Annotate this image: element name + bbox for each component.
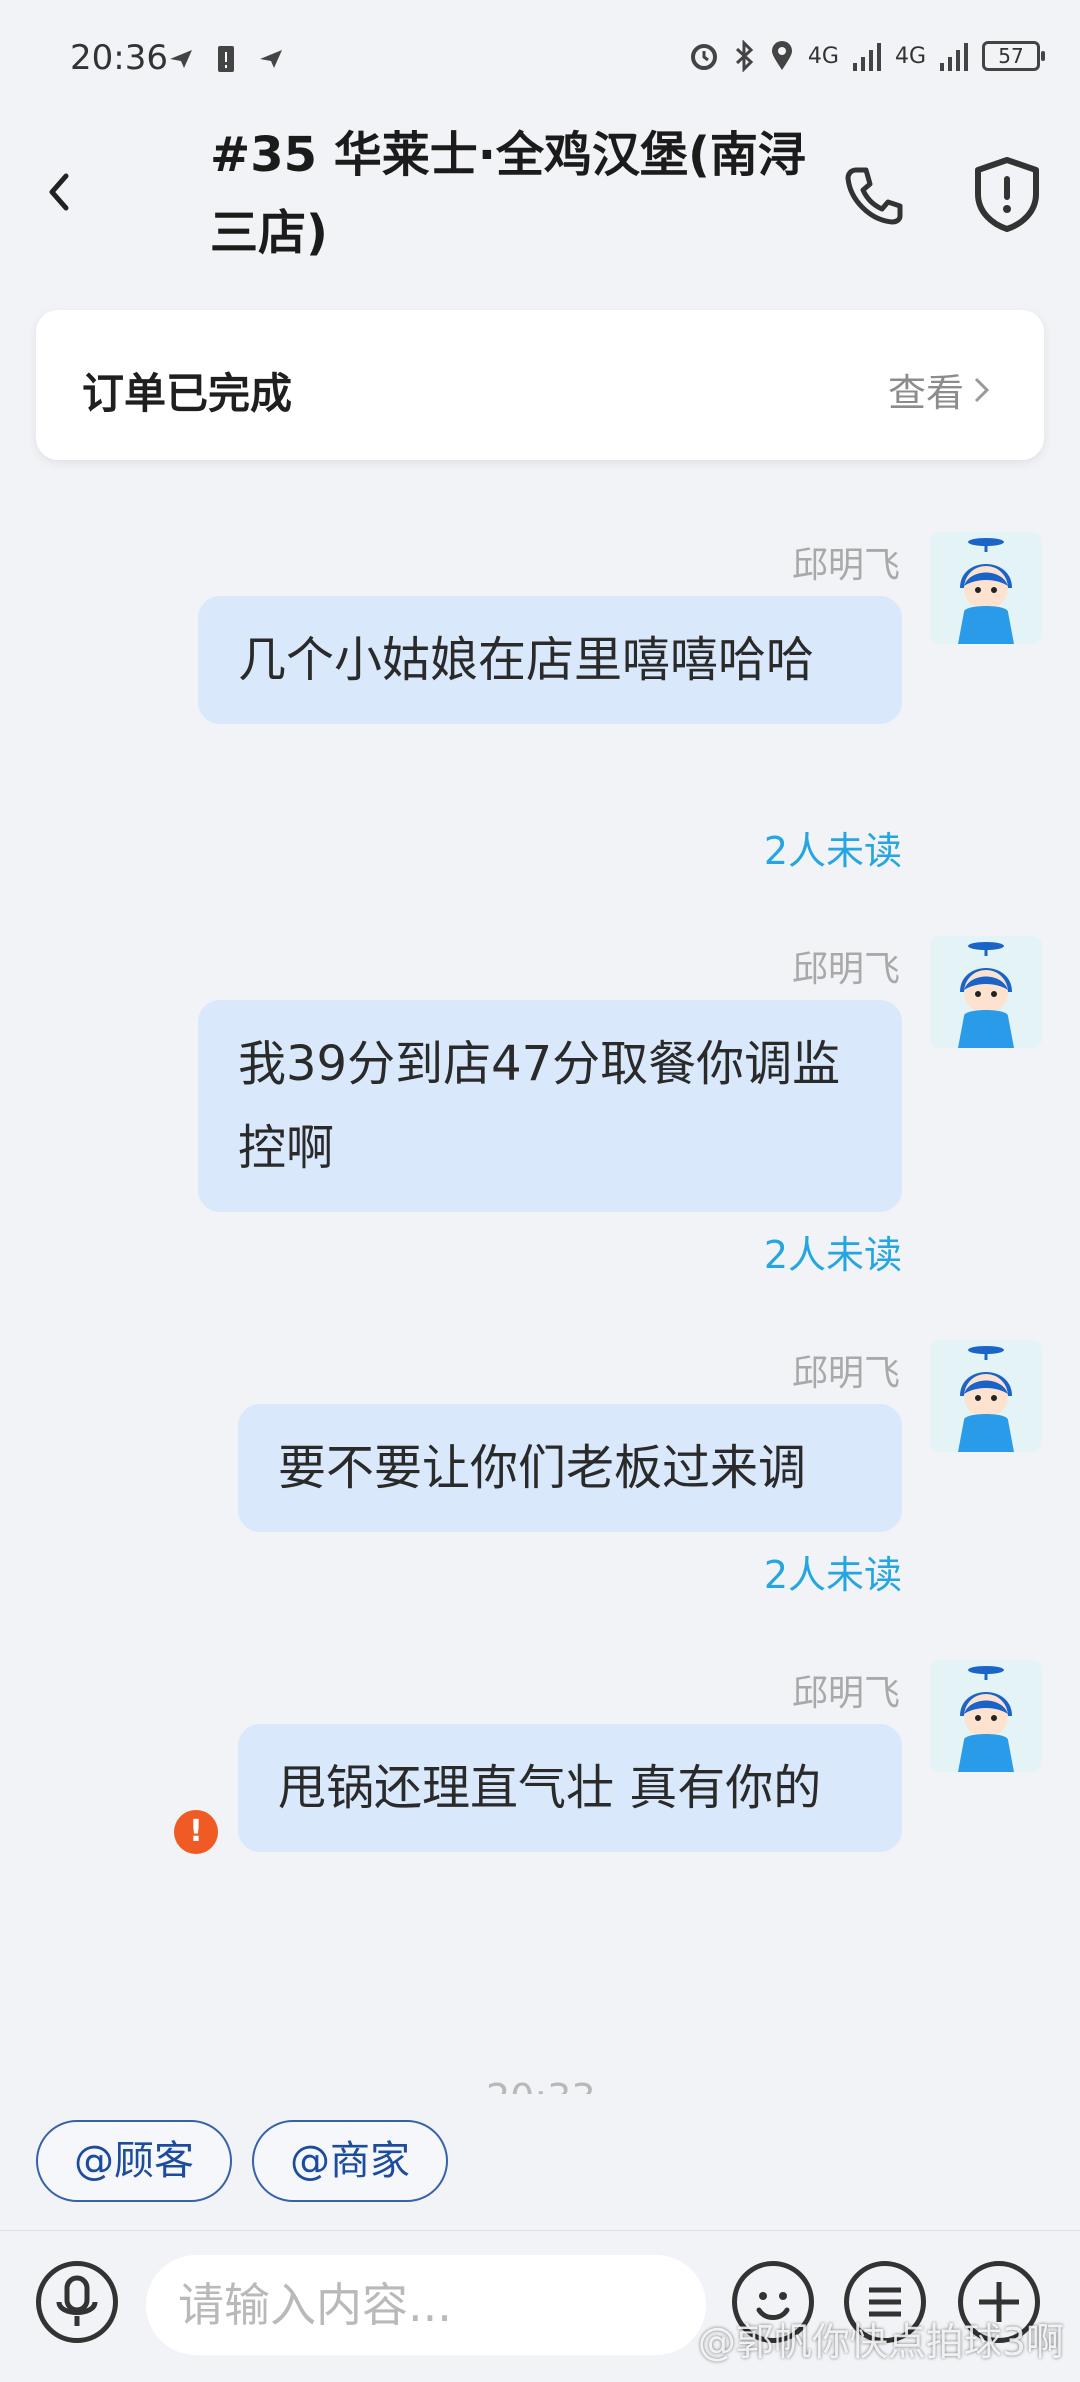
emoji-button[interactable]: [732, 2261, 814, 2343]
avatar-character-icon: [958, 538, 1014, 644]
message-bubble[interactable]: 要不要让你们老板过来调: [238, 1404, 902, 1532]
quick-reply-button[interactable]: [844, 2261, 926, 2343]
plus-icon: [979, 2282, 1019, 2322]
order-status-label: 订单已完成: [82, 369, 293, 418]
network-label-2: 4G: [894, 43, 926, 69]
message-bubble[interactable]: 甩锅还理直气壮 真有你的: [238, 1724, 902, 1852]
signal-icon-2: [940, 43, 968, 71]
avatar[interactable]: [930, 1340, 1042, 1452]
more-button[interactable]: [958, 2261, 1040, 2343]
phone-icon: [845, 167, 903, 225]
emoji-icon: [756, 2292, 790, 2320]
avatar[interactable]: [930, 532, 1042, 644]
sender-name: 邱明飞: [791, 1673, 900, 1714]
network-label-1: 4G: [807, 43, 839, 69]
chevron-right-icon: [974, 377, 990, 402]
send-failed-icon[interactable]: !: [174, 1810, 218, 1854]
input-bar: @郭帆你快点拍球3啊: [0, 2230, 1080, 2382]
send-icon: [170, 50, 192, 68]
partial-timestamp: 20:33: [486, 2072, 596, 2094]
order-view-link[interactable]: 查看: [888, 362, 992, 417]
back-button[interactable]: [36, 162, 86, 222]
sender-name: 邱明飞: [791, 1353, 900, 1394]
mention-merchant-chip[interactable]: @商家: [252, 2120, 448, 2202]
call-button[interactable]: [838, 160, 908, 230]
alarm-icon: [690, 44, 717, 70]
avatar-character-icon: [958, 1346, 1014, 1452]
signal-icon-1: [852, 43, 881, 71]
chat-header: #35 华莱士·全鸡汉堡(南浔三店): [0, 110, 1080, 280]
bluetooth-icon: [735, 40, 754, 72]
page-title: #35 华莱士·全鸡汉堡(南浔三店): [210, 127, 806, 261]
avatar[interactable]: [930, 1660, 1042, 1772]
location-icon: [771, 41, 792, 70]
status-bar: 20:36 4G 4G 57: [0, 0, 1080, 120]
status-right-icons: 4G 4G 57: [688, 40, 1045, 72]
voice-button[interactable]: [36, 2261, 118, 2343]
avatar-character-icon: [958, 1666, 1014, 1772]
order-status-card[interactable]: 订单已完成 查看: [36, 310, 1044, 460]
status-notification-icons: [168, 44, 284, 74]
sim-alert-icon: [218, 46, 234, 72]
avatar[interactable]: [930, 936, 1042, 1048]
message-bubble[interactable]: 几个小姑娘在店里嘻嘻哈哈: [198, 596, 902, 724]
mention-customer-chip[interactable]: @顾客: [36, 2120, 232, 2202]
list-icon: [869, 2287, 901, 2317]
sender-name: 邱明飞: [791, 949, 900, 990]
back-icon: [49, 173, 69, 211]
avatar-character-icon: [958, 942, 1014, 1048]
message-bubble[interactable]: 我39分到店47分取餐你调监控啊: [198, 1000, 902, 1212]
read-receipt[interactable]: 2人未读: [764, 1224, 902, 1279]
sender-name: 邱明飞: [791, 545, 900, 586]
order-view-label: 查看: [887, 371, 964, 415]
mention-chips: @顾客 @商家: [36, 2120, 448, 2202]
send-icon-2: [260, 50, 282, 68]
message-input[interactable]: [146, 2255, 706, 2355]
status-time: 20:36: [70, 38, 168, 78]
read-receipt[interactable]: 2人未读: [764, 1544, 902, 1599]
read-receipt[interactable]: 2人未读: [764, 820, 902, 875]
security-button[interactable]: [972, 156, 1042, 232]
microphone-icon: [56, 2275, 98, 2326]
shield-icon: [975, 157, 1039, 232]
battery-icon: 57: [982, 41, 1045, 71]
